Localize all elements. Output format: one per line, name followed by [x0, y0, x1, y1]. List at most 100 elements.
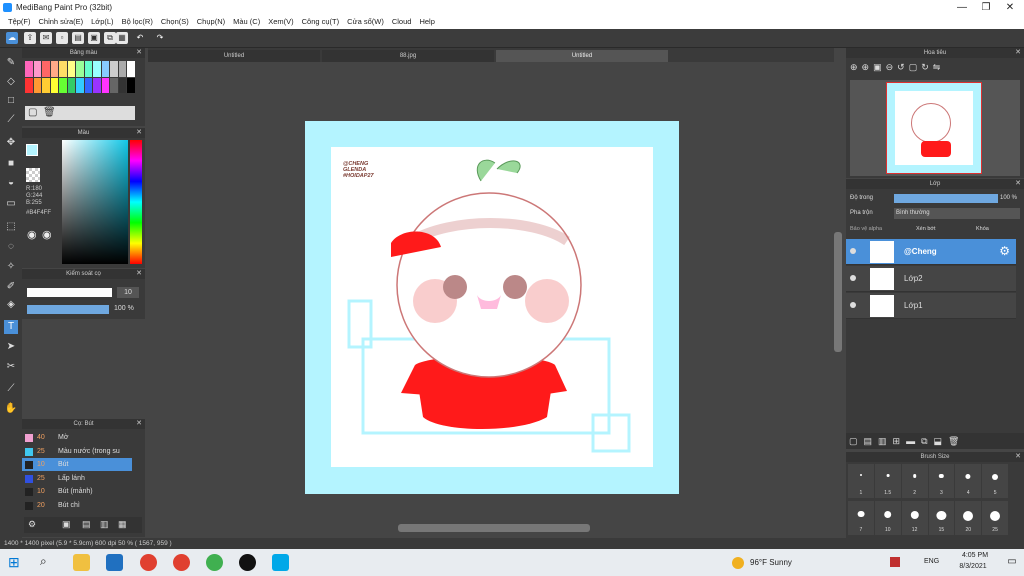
visibility-eye-icon[interactable]	[850, 302, 856, 308]
brush-row[interactable]: 10 Bút	[22, 458, 132, 471]
layer-row[interactable]: Lớp2	[846, 266, 1016, 292]
rotate-left-icon[interactable]: ↺	[897, 62, 905, 74]
close-icon[interactable]: ✕	[136, 48, 142, 58]
fit-window-icon[interactable]: ▢	[909, 62, 918, 74]
chrome-icon[interactable]	[140, 554, 157, 571]
brush-size-cell[interactable]: 4	[955, 464, 982, 498]
brush-size-cell[interactable]: 1.5	[874, 464, 901, 498]
color-swatch[interactable]	[50, 61, 59, 77]
color-swatch[interactable]	[42, 61, 50, 77]
line-tool-icon[interactable]: ⟋	[4, 113, 18, 127]
color-swatch[interactable]	[101, 77, 110, 93]
visibility-eye-icon[interactable]	[850, 275, 856, 281]
eraser-tool-icon[interactable]: ◇	[4, 75, 18, 89]
brush-delete-icon[interactable]: ▦	[118, 519, 127, 530]
save-icon[interactable]: ▣	[88, 32, 100, 44]
folder-icon[interactable]: ▬	[906, 436, 915, 446]
new-file-icon[interactable]: ▫	[56, 32, 68, 44]
open-icon[interactable]: ▤	[72, 32, 84, 44]
brush-size-cell[interactable]: 2	[901, 464, 928, 498]
text-tool-icon[interactable]: T	[4, 320, 18, 334]
brush-folder-icon[interactable]: ▥	[100, 519, 109, 530]
close-icon[interactable]: ✕	[1015, 452, 1021, 462]
close-icon[interactable]: ✕	[136, 128, 142, 138]
weather-text[interactable]: 96°F Sunny	[750, 558, 792, 567]
skype-icon[interactable]	[272, 554, 289, 571]
file-explorer-icon[interactable]	[73, 554, 90, 571]
color-swatch[interactable]	[118, 61, 127, 77]
store-icon[interactable]	[106, 554, 123, 571]
select-pen-icon[interactable]: ✐	[4, 280, 18, 294]
hand-tool-icon[interactable]: ✋	[4, 402, 18, 416]
chrome-profile-icon[interactable]	[173, 554, 190, 571]
paste-icon[interactable]: ▦	[116, 32, 128, 44]
color-swatch[interactable]	[42, 77, 50, 93]
saturation-value-picker[interactable]	[62, 140, 128, 264]
color-swatch[interactable]	[84, 77, 93, 93]
share-icon[interactable]: ⇪	[24, 32, 36, 44]
fit-icon[interactable]: ▣	[873, 62, 882, 74]
menu-help[interactable]: Help	[415, 15, 438, 29]
menu-select[interactable]: Chọn(S)	[157, 15, 193, 29]
eyedropper-tool-icon[interactable]: ⟋	[4, 382, 18, 396]
brush-new-icon[interactable]: ▣	[62, 519, 71, 530]
color-swatch[interactable]	[50, 77, 59, 93]
menu-file[interactable]: Tệp(F)	[4, 15, 35, 29]
minimize-button[interactable]: —	[950, 1, 974, 14]
brush-add-icon[interactable]: ⚙	[28, 519, 36, 530]
duplicate-icon[interactable]: ⧉	[921, 436, 927, 446]
close-icon[interactable]: ✕	[1015, 179, 1021, 189]
palette-icon[interactable]: ◉	[27, 228, 37, 241]
color-swatch[interactable]	[110, 61, 118, 77]
brush-size-value[interactable]: 10	[117, 287, 139, 298]
rect-tool-icon[interactable]: □	[4, 94, 18, 108]
zoom-in-icon[interactable]: ⊕	[850, 62, 858, 74]
color-swatch[interactable]	[76, 77, 84, 93]
magic-wand-icon[interactable]: ✧	[4, 260, 18, 274]
brush-tool-icon[interactable]: ✎	[4, 56, 18, 70]
language-indicator[interactable]: ENG	[924, 558, 939, 565]
brush-size-cell[interactable]: 5	[982, 464, 1008, 498]
notification-icon[interactable]: ▭	[1004, 551, 1020, 573]
undo-icon[interactable]: ↶	[134, 32, 146, 44]
color-swatch[interactable]	[33, 77, 42, 93]
transparent-color[interactable]	[26, 168, 40, 182]
menu-window[interactable]: Cửa sổ(W)	[343, 15, 388, 29]
color-swatch[interactable]	[59, 61, 67, 77]
rotate-right-icon[interactable]: ↻	[921, 62, 929, 74]
lasso-tool-icon[interactable]: ◌	[4, 240, 18, 254]
color-swatch[interactable]	[110, 77, 118, 93]
brush-size-cell[interactable]: 1	[848, 464, 874, 498]
clipping-checkbox[interactable]: Xén bớt	[916, 226, 936, 232]
brush-size-cell[interactable]: 15	[928, 500, 955, 535]
tab-untitled-1[interactable]: Untitled	[148, 50, 320, 62]
color-swatch[interactable]	[76, 61, 84, 77]
clock-date[interactable]: 8/3/2021	[951, 563, 995, 570]
brush-size-cell[interactable]: 7	[848, 500, 874, 535]
color-swatch[interactable]	[118, 77, 127, 93]
color-swatch[interactable]	[25, 77, 33, 93]
chrome-app-icon[interactable]	[206, 554, 223, 571]
brush-size-slider[interactable]	[27, 288, 112, 297]
menu-tools[interactable]: Công cụ(T)	[298, 15, 344, 29]
menu-edit[interactable]: Chỉnh sửa(E)	[35, 15, 88, 29]
layer-row[interactable]: @Cheng ⚙	[846, 239, 1016, 265]
tray-app-icon[interactable]	[890, 557, 900, 567]
new-halftone-icon[interactable]: ▤	[864, 436, 873, 446]
navigator-preview[interactable]	[850, 80, 1020, 176]
menu-layer[interactable]: Lớp(L)	[87, 15, 117, 29]
brush-opacity-slider[interactable]	[27, 305, 109, 314]
zoom-out-icon[interactable]: ⊖	[886, 62, 894, 74]
canvas-area[interactable]: @CHENG GLENDA #HOIDAP27	[148, 62, 842, 532]
visibility-eye-icon[interactable]	[850, 248, 856, 254]
color-swatch[interactable]	[93, 61, 101, 77]
menu-view[interactable]: Xem(V)	[264, 15, 297, 29]
layer-settings-icon[interactable]: ⚙	[999, 244, 1010, 258]
color-swatch[interactable]	[67, 77, 76, 93]
menu-color[interactable]: Màu (C)	[229, 15, 264, 29]
select-tool-icon[interactable]: ⬚	[4, 220, 18, 234]
select-eraser-icon[interactable]: ◈	[4, 298, 18, 312]
operation-tool-icon[interactable]: ➤	[4, 340, 18, 354]
menu-filter[interactable]: Bộ lọc(R)	[118, 15, 157, 29]
delete-layer-icon[interactable]: 🗑	[948, 436, 959, 446]
